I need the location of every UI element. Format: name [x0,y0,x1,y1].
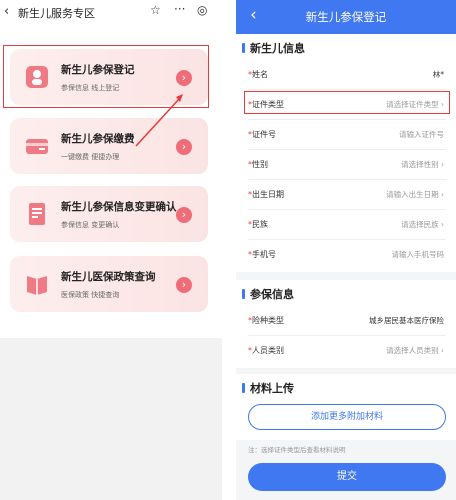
field-gender[interactable]: *性别 请选择性别 › [248,150,446,180]
card-title: 新生儿参保信息变更确认 [61,201,177,213]
page-title: 新生儿参保登记 [305,10,387,24]
field-value: 城乡居民基本医疗保险 [369,316,444,325]
right-header: ‹ 新生儿参保登记 [236,0,456,34]
section-title: 材料上传 [250,382,294,395]
label-text: 险种类型 [252,316,284,325]
chevron-right-icon[interactable]: › [176,207,192,223]
field-label: *手机号 [248,249,276,260]
field-label: *性别 [248,159,268,170]
field-label: *出生日期 [248,189,284,200]
field-birth-date[interactable]: *出生日期 请输入出生日期 › [248,180,446,210]
left-phone-screen: ‹ 新生儿服务专区 ☆ ··· ◎ 新生儿参保登记 参保信息 线上登记 › 新生… [0,0,222,500]
field-value: 请选择人员类别 › [386,346,444,355]
label-text: 性别 [252,160,268,169]
label-text: 人员类别 [252,346,284,355]
card-subtitle: 参保信息 变更确认 [61,221,120,229]
field-value: 请输入证件号 [399,130,444,139]
field-id-number[interactable]: *证件号 请输入证件号 [248,120,446,150]
field-label: *姓名 [248,69,268,80]
book-icon [27,276,47,295]
field-ethnicity[interactable]: *民族 请选择民族 › [248,210,446,240]
field-value: 林* [432,70,444,79]
label-text: 证件号 [252,130,276,139]
field-name[interactable]: *姓名 林* [248,60,446,90]
field-insurance-type[interactable]: *险种类型 城乡居民基本医疗保险 [248,306,446,336]
field-value: 请输入出生日期 › [386,190,444,199]
field-label: *证件号 [248,129,276,140]
section-accent [242,289,245,299]
right-phone-screen: ‹ 新生儿参保登记 新生儿信息 *姓名 林* *证件类型 请选择证件类型 › *… [236,0,456,500]
field-phone[interactable]: *手机号 请输入手机号码 [248,240,446,270]
section-accent [242,383,245,393]
label-text: 姓名 [252,70,268,79]
section-insurance-info: 参保信息 *险种类型 城乡居民基本医疗保险 *人员类别 请选择人员类别 › [236,280,456,368]
section-newborn-info: 新生儿信息 *姓名 林* *证件类型 请选择证件类型 › *证件号 请输入证件号… [236,34,456,272]
highlight-box [244,91,450,114]
section-accent [242,43,245,53]
card-title: 新生儿医保政策查询 [61,271,156,283]
section-title: 参保信息 [250,288,294,301]
document-icon [29,203,45,225]
label-text: 出生日期 [252,190,284,199]
hint-note: 注：选择证件类型后查看材料说明 [248,446,346,454]
card-subtitle: 医保政策 快捷查询 [61,291,120,299]
field-label: *险种类型 [248,315,284,326]
field-value: 请选择民族 › [401,220,444,229]
label-text: 手机号 [252,250,276,259]
annotation-arrow-icon [135,94,183,147]
submit-button[interactable]: 提交 [248,463,446,491]
field-person-category[interactable]: *人员类别 请选择人员类别 › [248,336,446,366]
field-label: *民族 [248,219,268,230]
label-text: 民族 [252,220,268,229]
section-title: 新生儿信息 [250,42,305,55]
field-value: 请输入手机号码 [391,250,445,259]
add-materials-button[interactable]: 添加更多附加材料 [248,404,446,430]
chevron-right-icon[interactable]: › [176,277,192,293]
card-policy-query[interactable]: 新生儿医保政策查询 医保政策 快捷查询 › [10,256,208,312]
field-value: 请选择性别 › [401,160,444,169]
field-label: *人员类别 [248,345,284,356]
